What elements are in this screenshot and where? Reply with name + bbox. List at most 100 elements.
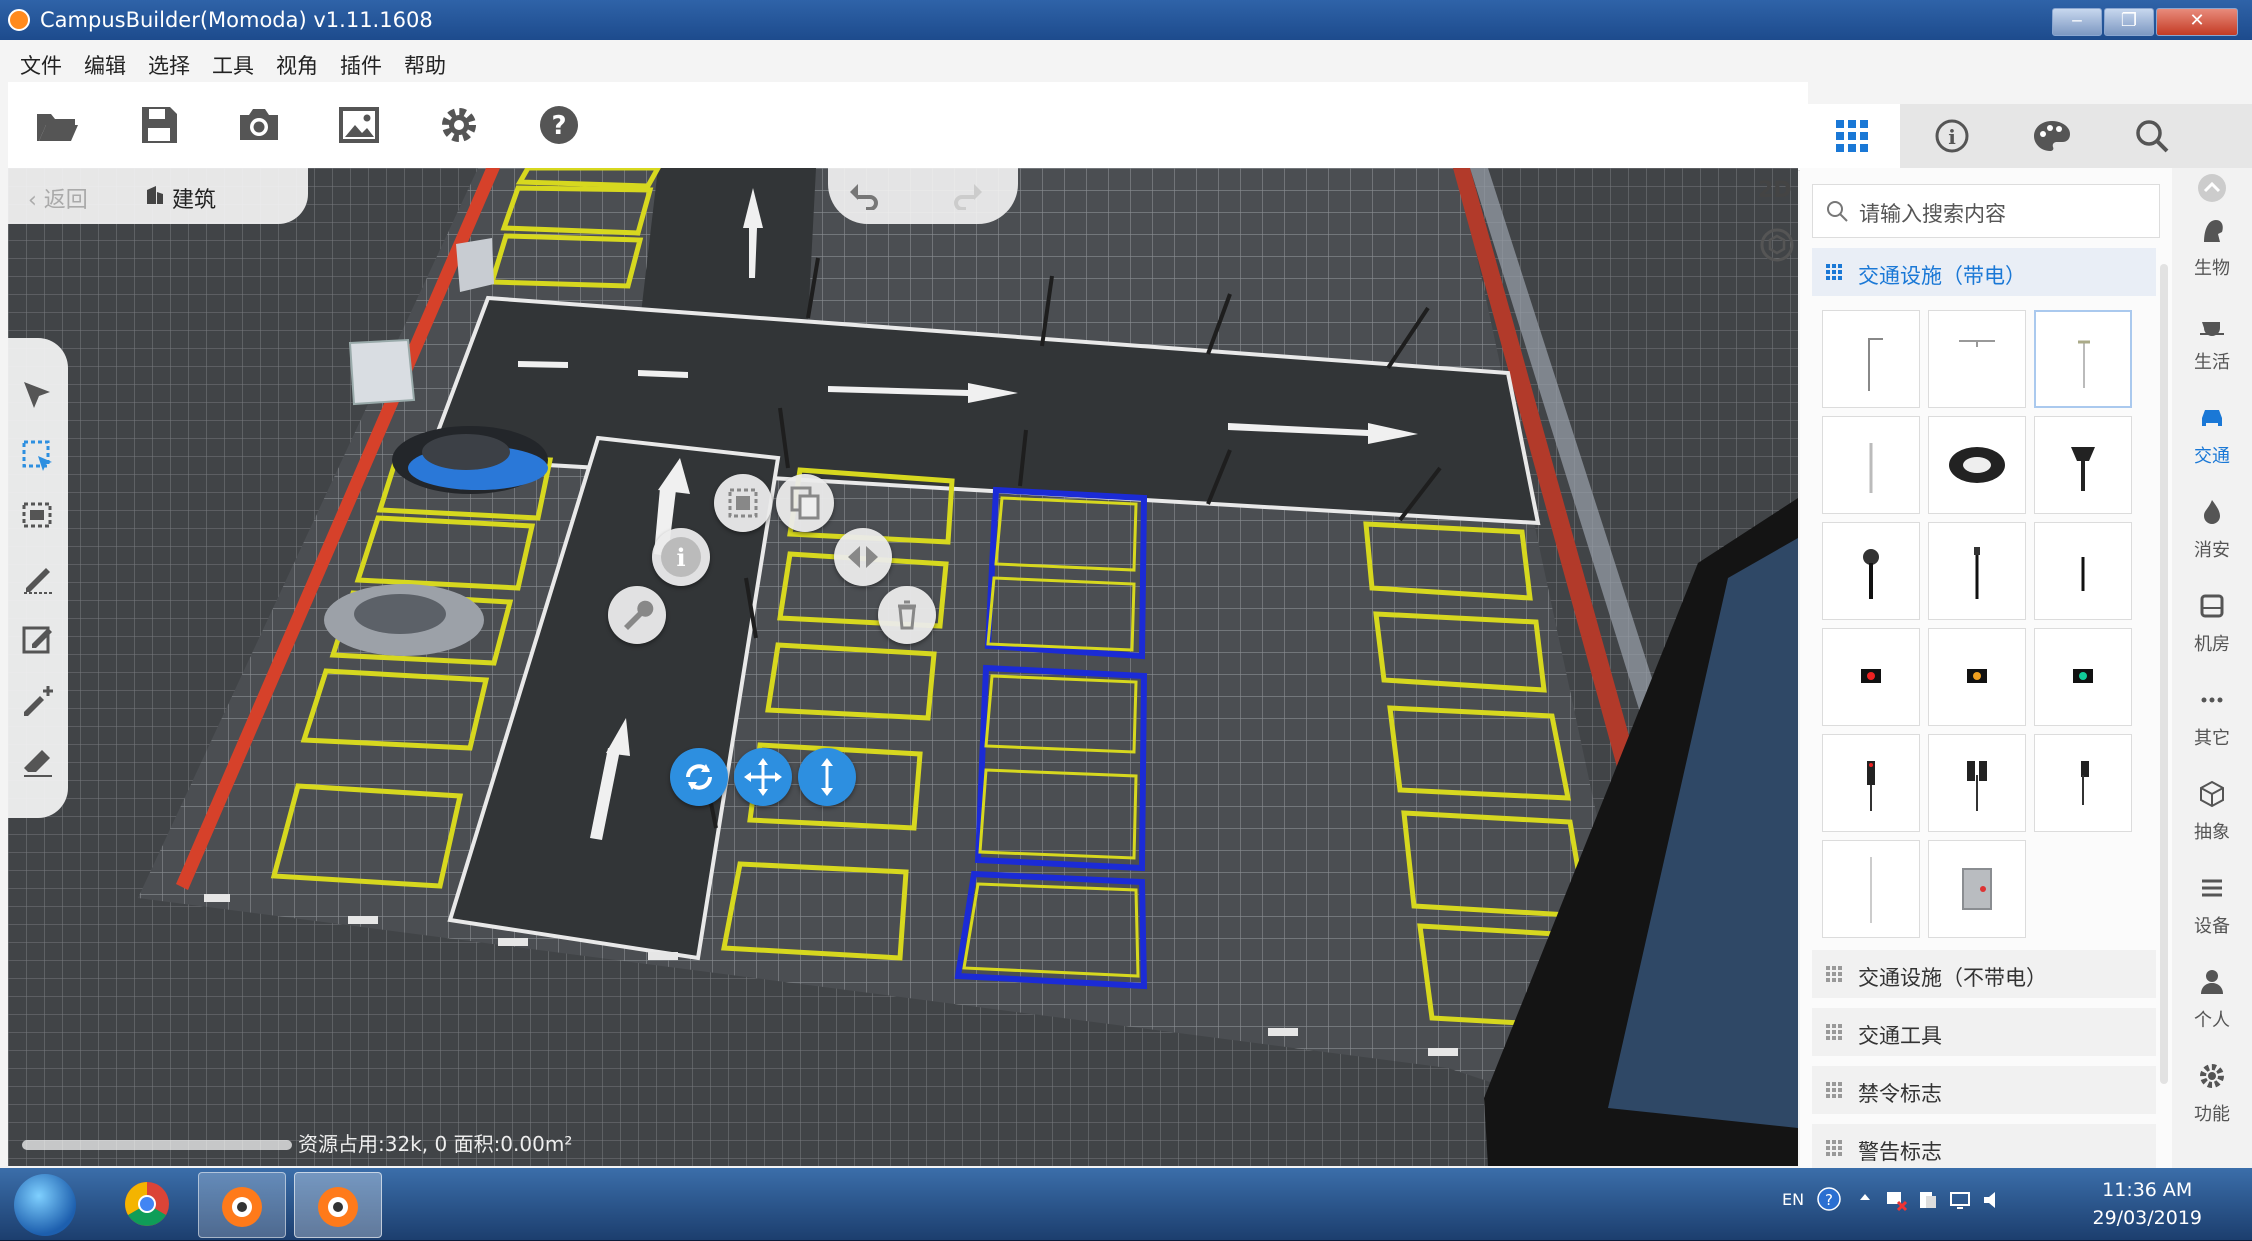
menu-view[interactable]: 视角 [276,50,318,82]
cube-icon [2200,780,2224,808]
menu-help[interactable]: 帮助 [404,50,446,82]
scroll-up-icon[interactable] [2196,172,2228,204]
item-bollard-lamp[interactable] [1822,522,1920,620]
help-icon[interactable]: ? [536,102,582,148]
category-traffic-unpowered[interactable]: 交通设施（不带电） [1812,950,2156,998]
settings-icon[interactable] [436,102,482,148]
menu-select[interactable]: 选择 [148,50,190,82]
pointer-icon[interactable] [20,378,56,414]
item-electric-box[interactable] [1928,840,2026,938]
item-signal-red[interactable] [1822,628,1920,726]
nav-fire-safety[interactable]: 消安 [2172,490,2252,578]
image-icon[interactable] [336,102,382,148]
view-cube-icon[interactable] [1760,228,1794,262]
menu-plugins[interactable]: 插件 [340,50,382,82]
nav-life[interactable]: 生活 [2172,302,2252,390]
item-post-lamp[interactable] [1928,522,2026,620]
edit-shape-icon[interactable] [20,622,56,658]
group-select-button[interactable] [714,474,772,532]
area-select-icon[interactable] [20,498,56,534]
help-tray-icon[interactable]: ? [1816,1186,1842,1212]
tab-catalog[interactable] [1800,104,1900,168]
search-input[interactable]: 请输入搜索内容 [1812,184,2160,238]
tray-arrow-icon[interactable] [1854,1186,1876,1212]
tab-search[interactable] [2100,104,2200,168]
item-street-lamp-3[interactable] [2034,310,2132,408]
main-toolbar: ? [8,82,1808,171]
item-traffic-signal-pole[interactable] [1822,734,1920,832]
item-traffic-signal-side[interactable] [2034,734,2132,832]
view-2d-toggle[interactable]: 2D [1758,178,1792,203]
nav-functions[interactable]: 功能 [2172,1054,2252,1142]
tab-info[interactable]: i [1900,104,2000,168]
taskbar-campusbuilder-1[interactable] [198,1172,286,1238]
pen-line-icon[interactable] [20,560,56,596]
nav-personal[interactable]: 个人 [2172,960,2252,1048]
copy-button[interactable] [776,474,834,532]
item-street-lamp-2[interactable] [1928,310,2026,408]
car-icon [2202,410,2222,426]
redo-icon[interactable] [948,180,984,210]
nav-abstract[interactable]: 抽象 [2172,772,2252,860]
kiosk [456,238,494,292]
nav-equipment[interactable]: 设备 [2172,866,2252,954]
item-light-pole[interactable] [1822,416,1920,514]
item-ring-light[interactable] [1928,416,2026,514]
info-button[interactable]: i [652,528,710,586]
item-garden-lamp[interactable] [2034,416,2132,514]
item-signal-yellow[interactable] [1928,628,2026,726]
camera-icon[interactable] [236,102,282,148]
undo-icon[interactable] [848,180,884,210]
menu-tools[interactable]: 工具 [212,50,254,82]
category-vehicles[interactable]: 交通工具 [1812,1008,2156,1056]
panel-scrollbar[interactable] [2160,264,2168,1084]
car-blue [392,426,548,494]
taskbar-campusbuilder-2[interactable] [294,1172,382,1238]
pen-add-icon[interactable] [20,682,56,718]
item-short-post[interactable] [2034,522,2132,620]
eraser-icon[interactable] [20,742,56,778]
box-select-icon[interactable] [20,438,56,474]
display-icon[interactable] [1948,1188,1972,1212]
language-indicator[interactable]: EN [1782,1190,1804,1209]
category-traffic-powered[interactable]: 交通设施（带电） [1812,248,2156,296]
move-vertical-button[interactable] [798,748,856,806]
minimize-button[interactable]: ‒ [2052,8,2102,36]
network-error-icon[interactable] [1884,1188,1908,1212]
scene-canvas[interactable] [8,168,1798,1166]
save-icon[interactable] [136,102,182,148]
nav-server-room[interactable]: 机房 [2172,584,2252,672]
nav-creatures[interactable]: 生物 [2172,208,2252,296]
scene-viewport[interactable]: ‹ 返回 建筑 2D i 资源占用:32k, 0 面积:0.00m² [8,168,1798,1166]
mirror-button[interactable] [834,528,892,586]
item-signal-green[interactable] [2034,628,2132,726]
move-horizontal-button[interactable] [734,748,792,806]
start-button[interactable] [14,1174,76,1236]
item-street-lamp-1[interactable] [1822,310,1920,408]
device-icon[interactable] [1916,1188,1940,1212]
edit-button[interactable] [608,586,666,644]
category-prohibition-signs[interactable]: 禁令标志 [1812,1066,2156,1114]
breadcrumb-current: 建筑 [172,188,217,213]
nav-others[interactable]: 其它 [2172,678,2252,766]
clock[interactable]: 11:36 AM 29/03/2019 [2092,1176,2202,1232]
close-button[interactable]: ✕ [2156,8,2238,36]
item-traffic-signal-multi[interactable] [1928,734,2026,832]
nav-traffic[interactable]: 交通 [2172,396,2252,484]
short-post-icon [2081,557,2085,591]
category-label: 交通设施（不带电） [1858,966,2047,990]
nav-label: 生活 [2194,352,2230,373]
menu-file[interactable]: 文件 [20,50,62,82]
volume-icon[interactable] [1980,1188,2004,1212]
folder-open-icon[interactable] [34,102,80,148]
maximize-button[interactable]: ❐ [2104,8,2154,36]
category-warning-signs[interactable]: 警告标志 [1812,1124,2156,1168]
delete-button[interactable] [878,586,936,644]
rotate-button[interactable] [670,748,728,806]
building-icon [147,186,163,204]
taskbar-chrome[interactable] [104,1172,190,1236]
item-thin-pole[interactable] [1822,840,1920,938]
menu-edit[interactable]: 编辑 [84,50,126,82]
back-button[interactable]: ‹ 返回 [28,182,88,214]
tab-palette[interactable] [2000,104,2100,168]
